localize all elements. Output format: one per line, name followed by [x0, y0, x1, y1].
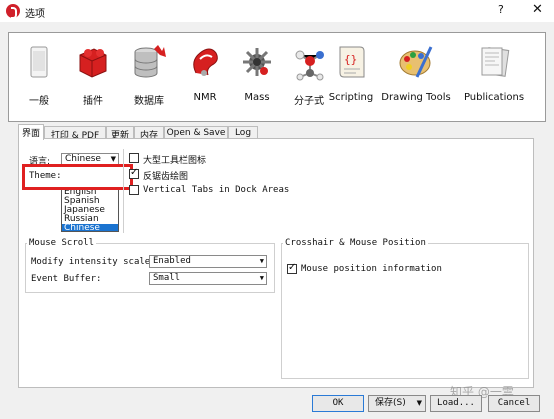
large-toolbar-icons-label: 大型工具栏图标	[143, 156, 207, 166]
intensity-label: Modify intensity scale:	[31, 257, 156, 267]
cancel-button[interactable]: Cancel	[488, 395, 540, 412]
intensity-select-value: Enabled	[153, 256, 191, 266]
molecule-icon	[295, 50, 324, 81]
intensity-select[interactable]: Enabled ▼	[149, 255, 267, 268]
toolbar-item-nmr[interactable]: NMR	[179, 33, 231, 121]
antialias-label: 反锯齿绘图	[143, 172, 189, 182]
vertical-tabs-label: Vertical Tabs in Dock Areas	[143, 185, 290, 195]
close-button[interactable]: ✕	[532, 2, 543, 17]
highlight-annotation	[22, 164, 133, 190]
antialias-checkbox[interactable]	[129, 167, 139, 179]
load-button[interactable]: Load...	[430, 395, 482, 412]
category-toolbar: 一般 插件 数据库 NMR Mass 分子式 {} Scripting Draw…	[8, 32, 546, 122]
mouse-position-label: Mouse position information	[301, 264, 442, 274]
toolbar-item-publications[interactable]: Publications	[461, 33, 527, 121]
publications-icon	[481, 47, 510, 77]
language-dropdown-list: English Spanish Japanese Russian Chinese	[61, 187, 119, 232]
mouse-position-checkbox[interactable]	[287, 262, 297, 274]
database-icon	[134, 45, 166, 78]
chevron-down-icon: ▼	[416, 399, 422, 407]
toolbar-item-label: Scripting	[328, 92, 374, 103]
language-option-chinese[interactable]: Chinese	[62, 224, 118, 231]
tab-interface[interactable]: 界面	[18, 124, 44, 140]
vertical-tabs-checkbox[interactable]	[129, 185, 139, 195]
toolbar-item-drawing-tools[interactable]: Drawing Tools	[381, 33, 451, 121]
toolbar-item-database[interactable]: 数据库	[121, 33, 177, 121]
dialog-body: 一般 插件 数据库 NMR Mass 分子式 {} Scripting Draw…	[0, 22, 554, 419]
event-buffer-select-value: Small	[153, 273, 181, 283]
scripting-icon: {}	[339, 46, 365, 78]
chevron-down-icon: ▼	[259, 257, 264, 265]
ok-button[interactable]: OK	[312, 395, 364, 412]
toolbar-item-label: Publications	[463, 92, 525, 103]
toolbar-item-plugins[interactable]: 插件	[67, 33, 119, 121]
mass-icon	[243, 48, 271, 76]
title-bar: 选项 ? ✕	[0, 0, 554, 22]
app-icon	[6, 4, 20, 19]
chevron-down-icon: ▼	[259, 274, 264, 282]
mouse-scroll-title: Mouse Scroll	[27, 238, 97, 248]
event-buffer-select[interactable]: Small ▼	[149, 272, 267, 285]
language-select-value: Chinese	[65, 154, 101, 164]
window-title: 选项	[25, 9, 45, 20]
toolbar-item-label: 一般	[29, 96, 49, 107]
toolbar-item-general[interactable]: 一般	[13, 33, 65, 121]
divider	[123, 149, 124, 233]
toolbar-item-label: Drawing Tools	[381, 92, 451, 103]
save-button[interactable]: 保存(S) ▼	[368, 395, 426, 412]
toolbar-item-label: Mass	[244, 92, 270, 103]
save-button-label: 保存(S)	[375, 398, 406, 408]
plugin-icon	[79, 48, 107, 78]
nmr-icon	[193, 48, 218, 76]
svg-text:{}: {}	[344, 53, 357, 66]
drawing-tools-icon	[399, 46, 433, 78]
toolbar-item-label: NMR	[193, 92, 217, 103]
toolbar-item-label: 数据库	[134, 96, 164, 107]
help-button[interactable]: ?	[498, 3, 504, 16]
toolbar-item-label: 插件	[83, 96, 103, 107]
tab-panel-interface: 语言: Chinese ▼ Theme: English Spanish Jap…	[18, 138, 534, 388]
large-toolbar-icons-checkbox[interactable]	[129, 153, 139, 163]
general-icon	[30, 46, 48, 78]
toolbar-item-mass[interactable]: Mass	[231, 33, 283, 121]
mouse-scroll-group	[25, 243, 275, 293]
toolbar-item-scripting[interactable]: {} Scripting	[325, 33, 377, 121]
crosshair-title: Crosshair & Mouse Position	[283, 238, 428, 248]
event-buffer-label: Event Buffer:	[31, 274, 102, 284]
